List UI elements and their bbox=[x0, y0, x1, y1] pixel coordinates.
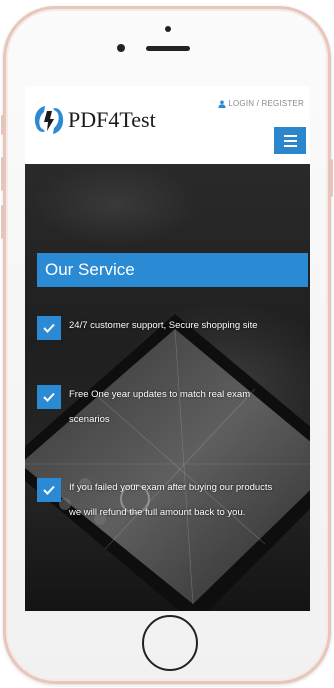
phone-screen: PDF4Test LOGIN / REGISTER Our Service 24… bbox=[25, 86, 310, 611]
login-register-link[interactable]: LOGIN / REGISTER bbox=[218, 99, 304, 108]
check-icon bbox=[37, 316, 61, 340]
section-title: Our Service bbox=[37, 253, 308, 287]
home-button[interactable] bbox=[142, 615, 198, 671]
mute-switch bbox=[1, 115, 5, 135]
feature-item: 24/7 customer support, Secure shopping s… bbox=[37, 313, 307, 340]
feature-item: Free One year updates to match real exam… bbox=[37, 382, 307, 432]
volume-up-button bbox=[1, 157, 5, 191]
earpiece-speaker bbox=[146, 46, 190, 51]
logo-text: PDF4Test bbox=[68, 107, 156, 132]
hero-section: Our Service 24/7 customer support, Secur… bbox=[25, 164, 310, 611]
proximity-sensor bbox=[117, 44, 125, 52]
check-icon bbox=[37, 385, 61, 409]
power-button bbox=[329, 159, 333, 197]
site-logo[interactable]: PDF4Test bbox=[31, 102, 156, 138]
user-icon bbox=[218, 100, 226, 108]
hamburger-menu-icon bbox=[283, 134, 297, 137]
feature-text: 24/7 customer support, Secure shopping s… bbox=[69, 320, 258, 331]
check-icon bbox=[37, 478, 61, 502]
menu-button[interactable] bbox=[274, 127, 306, 154]
feature-text: If you failed your exam after buying our… bbox=[69, 482, 273, 518]
feature-text: Free One year updates to match real exam… bbox=[69, 389, 251, 425]
volume-down-button bbox=[1, 205, 5, 239]
front-camera bbox=[165, 26, 171, 32]
pdf4test-logo-icon bbox=[34, 106, 64, 134]
login-register-label: LOGIN / REGISTER bbox=[228, 99, 304, 108]
feature-item: If you failed your exam after buying our… bbox=[37, 475, 307, 525]
site-header: PDF4Test LOGIN / REGISTER bbox=[25, 86, 310, 164]
